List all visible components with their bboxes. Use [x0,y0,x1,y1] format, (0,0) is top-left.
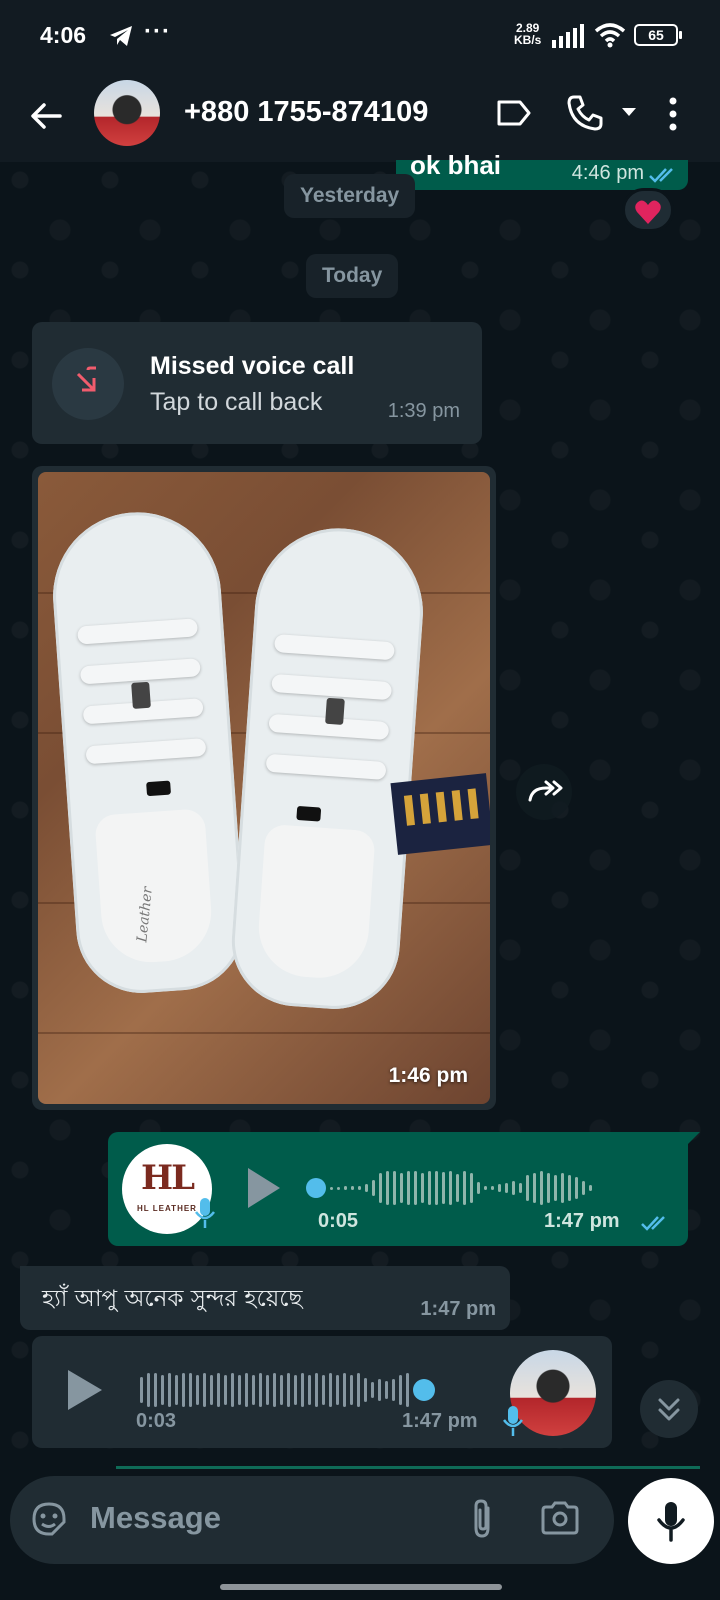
double-chevron-down-icon [658,1398,680,1421]
left-shoe: Leather [47,506,249,998]
incoming-text-message[interactable]: হ্যাঁ আপু অনেক সুন্দর হয়েছে 1:47 pm [20,1266,510,1330]
wifi-icon [594,23,626,48]
mic-badge-icon [195,1198,215,1228]
message-time: 1:47 pm [402,1410,478,1432]
read-ticks-icon [649,168,673,183]
camera-icon[interactable] [540,1500,580,1536]
home-indicator [220,1584,502,1590]
brand-tag [390,773,490,855]
voice-duration: 0:03 [136,1410,177,1432]
more-options-icon[interactable] [668,96,678,132]
message-input[interactable]: Message [90,1500,221,1536]
message-time: 1:47 pm [420,1298,496,1320]
outgoing-message-partial[interactable]: ok bhai 4:46 pm [396,150,688,190]
right-shoe [227,522,429,1014]
mic-badge-icon [503,1406,523,1436]
more-notifications-icon: ··· [144,18,171,45]
message-time: 1:46 pm [388,1064,468,1087]
date-separator-yesterday: Yesterday [284,174,416,218]
label-icon[interactable] [496,98,532,128]
network-speed: 2.89 KB/s [514,22,541,46]
forward-button[interactable] [516,764,572,820]
call-dropdown-icon[interactable] [622,108,636,116]
network-speed-unit: KB/s [514,33,542,47]
heart-reaction[interactable] [622,188,674,232]
scroll-to-bottom-button[interactable] [640,1380,698,1438]
image-message[interactable]: Leather 1:46 pm [32,466,496,1110]
message-text: হ্যাঁ আপু অনেক সুন্দর হয়েছে [42,1286,303,1312]
voice-waveform[interactable] [140,1370,435,1410]
sticker-icon[interactable] [28,1498,70,1540]
status-time: 4:06 [40,22,87,48]
signal-icon [552,24,584,48]
missed-call-icon [52,348,124,420]
message-time: 4:46 pm [571,162,644,184]
shoes-photo[interactable]: Leather 1:46 pm [38,472,490,1104]
missed-call-title: Missed voice call [150,352,355,380]
voice-waveform[interactable] [306,1168,592,1208]
outgoing-voice-message[interactable]: HL HL LEATHER 0:05 1:47 pm [108,1132,700,1246]
telegram-icon [110,26,132,46]
missed-call-subtitle: Tap to call back [150,388,323,416]
message-time: 1:39 pm [387,400,460,422]
voice-duration: 0:05 [318,1210,359,1232]
attach-icon[interactable] [468,1498,498,1540]
heart-icon [635,200,661,224]
message-time: 1:47 pm [544,1210,620,1232]
incoming-voice-message[interactable]: 0:03 1:47 pm [32,1336,612,1448]
voice-call-icon[interactable] [566,94,604,132]
battery-icon: 65 [634,24,682,46]
missed-call-message[interactable]: Missed voice call Tap to call back 1:39 … [32,322,482,444]
forward-icon [528,780,563,802]
date-separator-today: Today [306,254,399,298]
back-arrow-icon[interactable] [26,96,66,136]
upload-progress-line [116,1466,700,1469]
logo-mark: HL [140,1158,195,1198]
contact-name[interactable]: +880 1755-874109 [184,96,428,129]
play-button[interactable] [248,1168,280,1208]
message-text: ok bhai [410,150,502,180]
chat-header: +880 1755-874109 [0,72,720,162]
mic-icon [657,1502,685,1542]
contact-avatar[interactable] [94,80,160,146]
read-ticks-icon [641,1216,665,1231]
voice-record-button[interactable] [628,1478,714,1564]
play-button[interactable] [68,1370,102,1410]
status-bar: 4:06 ··· 2.89 KB/s 65 [0,0,720,72]
message-input-bar[interactable]: Message [10,1476,614,1564]
